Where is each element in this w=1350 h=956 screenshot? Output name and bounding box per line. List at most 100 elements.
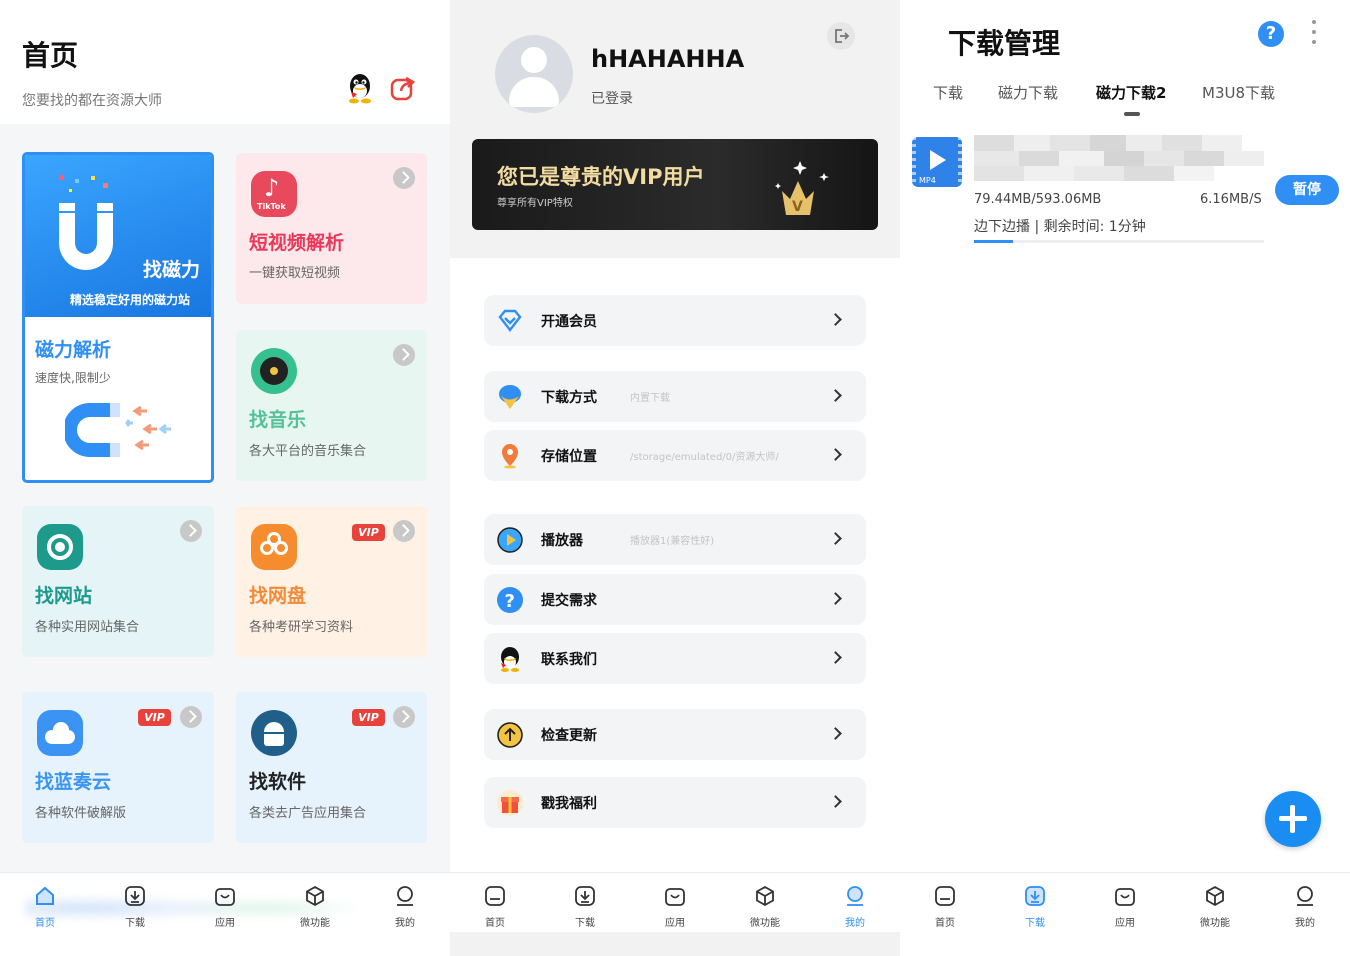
chevron-right-icon [393,520,415,542]
magnet-parse-section[interactable]: 磁力解析 速度快,限制少 [25,317,211,480]
nav-home[interactable]: 首页 [15,885,75,929]
menu-item-label: 戳我福利 [541,796,597,812]
music-card[interactable]: 找音乐 各大平台的音乐集合 [236,330,427,481]
magnet-card[interactable]: 找磁力 精选稳定好用的磁力站 磁力解析 速度快,限制少 [22,152,214,483]
user-icon [847,886,863,906]
cube-icon [756,885,774,907]
nav-home-label: 首页 [485,918,505,929]
question-icon: ? [497,587,523,613]
netdisk-title: 找网盘 [249,585,307,607]
menu-item-value: /storage/emulated/0/资源大师/ [630,452,779,463]
username: hHAHAHHA [591,45,745,73]
vip-banner[interactable]: 您已是尊贵的VIP用户 尊享所有VIP特权 V [472,139,878,230]
avatar[interactable] [495,35,573,113]
tab-magnet-download[interactable]: 磁力下载 [998,82,1058,103]
nav-micro[interactable]: 微功能 [285,885,345,929]
chevron-right-icon [393,167,415,189]
download-progress [974,240,1264,243]
vip-badge: VIP [138,709,171,726]
magnet-card-title: 找磁力 [143,259,201,281]
netdisk-desc: 各种考研学习资料 [249,620,354,635]
nav-home[interactable]: 首页 [465,885,525,929]
logout-button[interactable] [827,22,855,50]
tab-download[interactable]: 下载 [933,82,963,103]
menu-item-feedback[interactable]: ? 提交需求 [484,574,866,625]
nav-download-label: 下载 [125,918,145,929]
magnet-parse-title: 磁力解析 [35,339,112,361]
bag-icon [1115,888,1135,906]
software-title: 找软件 [249,771,307,793]
chevron-right-icon [393,706,415,728]
menu-item-label: 存储位置 [541,449,597,465]
nav-home[interactable]: 首页 [915,885,975,929]
gift-icon [497,790,523,816]
tab-m3u8-download[interactable]: M3U8下载 [1202,82,1275,103]
nav-apps-label: 应用 [215,918,235,929]
download-icon [1025,886,1045,906]
menu-item-storage[interactable]: 存储位置 /storage/emulated/0/资源大师/ [484,430,866,481]
nav-micro-label: 微功能 [300,918,330,929]
menu-item-player[interactable]: 播放器 播放器1(兼容性好) [484,514,866,565]
nav-mine-label: 我的 [845,918,865,929]
nav-apps[interactable]: 应用 [645,885,705,929]
lanzou-desc: 各种软件破解版 [35,806,127,821]
nav-apps-label: 应用 [1115,918,1135,929]
menu-item-label: 下载方式 [541,390,597,406]
bag-icon [665,888,685,906]
nav-micro[interactable]: 微功能 [735,885,795,929]
nav-micro[interactable]: 微功能 [1185,885,1245,929]
nav-download-label: 下载 [1025,918,1045,929]
help-button[interactable]: ? [1258,21,1284,47]
svg-text:?: ? [505,591,515,612]
magnet-parse-desc: 速度快,限制少 [35,371,111,385]
netdisk-card[interactable]: VIP 找网盘 各种考研学习资料 [236,506,427,657]
nav-home-label: 首页 [35,918,55,929]
menu-item-download-mode[interactable]: 下载方式 内置下载 [484,371,866,422]
share-icon[interactable] [389,74,417,102]
nav-download[interactable]: 下载 [1005,885,1065,929]
nav-mine-label: 我的 [1295,918,1315,929]
tab-magnet-download-2[interactable]: 磁力下载2 [1096,82,1166,103]
nav-mine[interactable]: 我的 [375,885,435,929]
nav-apps[interactable]: 应用 [195,885,255,929]
browser-icon [37,524,83,570]
lanzou-card[interactable]: VIP 找蓝奏云 各种软件破解版 [22,692,214,843]
nav-micro-label: 微功能 [1200,918,1230,929]
chevron-right-icon [180,706,202,728]
website-card[interactable]: 找网站 各种实用网站集合 [22,506,214,657]
nav-mine[interactable]: 我的 [825,885,885,929]
nav-mine[interactable]: 我的 [1275,885,1335,929]
software-desc: 各类去广告应用集合 [249,806,367,821]
menu-item-update[interactable]: 检查更新 [484,709,866,760]
menu-item-value: 内置下载 [630,393,670,404]
menu-item-vip[interactable]: 开通会员 [484,295,866,346]
video-file-icon: MP4 [912,137,962,187]
menu-item-welfare[interactable]: 戳我福利 [484,777,866,828]
chevron-right-icon [829,313,842,326]
bag-icon [215,888,235,906]
video-parse-desc: 一键获取短视频 [249,266,341,281]
qq-icon[interactable] [345,72,375,104]
pause-button[interactable]: 暂停 [1275,175,1339,205]
vip-badge: VIP [352,709,385,726]
menu-item-contact[interactable]: 联系我们 [484,633,866,684]
android-icon [251,710,297,756]
add-download-button[interactable] [1265,791,1321,847]
vip-title: 您已是尊贵的VIP用户 [497,165,705,189]
chevron-right-icon [829,389,842,402]
nav-download[interactable]: 下载 [555,885,615,929]
cloud-disk-icon [251,524,297,570]
more-menu-icon[interactable] [1311,20,1317,50]
home-screen: 首页 您要找的都在资源大师 找磁力 精选稳定好用的磁力站 磁力解析 速度快,限制… [0,0,450,956]
update-arrow-icon [497,722,523,748]
video-parse-card[interactable]: ♪ TikTok 短视频解析 一键获取短视频 [236,153,427,304]
logout-icon [835,29,850,43]
menu-item-label: 开通会员 [541,314,597,330]
software-card[interactable]: VIP 找软件 各类去广告应用集合 [236,692,427,843]
menu-item-label: 播放器 [541,533,583,549]
magnet-card-top[interactable]: 找磁力 精选稳定好用的磁力站 [25,155,211,317]
download-manager-screen: 下载管理 ? 下载 磁力下载 磁力下载2 M3U8下载 MP4 79.44MB/… [900,0,1350,956]
bottom-nav: 首页 下载 应用 微功能 我的 [450,872,900,932]
nav-apps[interactable]: 应用 [1095,885,1155,929]
nav-download[interactable]: 下载 [105,885,165,929]
